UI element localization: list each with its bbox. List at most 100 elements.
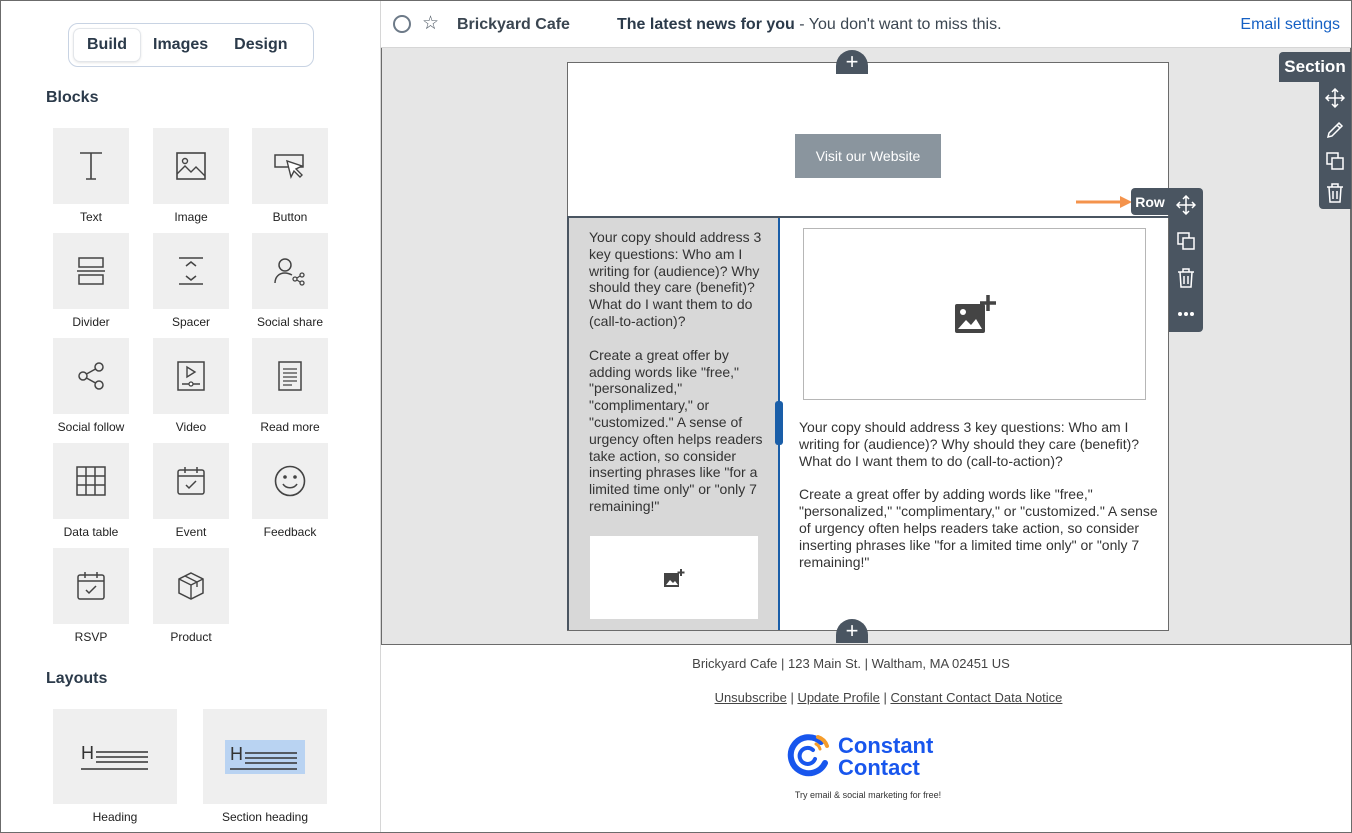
social-follow-icon: [78, 362, 104, 390]
svg-text:H: H: [81, 743, 94, 763]
block-button[interactable]: Button: [252, 128, 328, 224]
link-separator: |: [879, 690, 891, 705]
constant-contact-logo-mark: [787, 734, 829, 777]
heading-layout-icon: H: [81, 743, 148, 770]
move-icon[interactable]: [1170, 189, 1202, 221]
social-share-icon: [274, 258, 305, 286]
left-copy-paragraph-1: Your copy should address 3 key questions…: [589, 229, 762, 329]
block-divider[interactable]: Divider: [53, 233, 129, 329]
product-icon: [178, 572, 204, 600]
right-text-block[interactable]: Your copy should address 3 key questions…: [799, 419, 1159, 570]
add-section-above-button[interactable]: +: [836, 49, 868, 74]
row-toolbar: [1169, 188, 1203, 332]
add-image-icon: [664, 568, 685, 587]
block-label: Product: [170, 630, 212, 644]
tab-images[interactable]: Images: [140, 29, 221, 61]
block-rsvp[interactable]: RSVP: [53, 548, 129, 644]
logo-tagline: Try email & social marketing for free!: [794, 790, 942, 800]
selected-row[interactable]: Your copy should address 3 key questions…: [567, 216, 1169, 630]
block-label: Data table: [63, 525, 119, 539]
tab-build[interactable]: Build: [74, 29, 140, 61]
email-header-bar: ☆ Brickyard Cafe The latest news for you…: [381, 1, 1351, 48]
left-copy-paragraph-2: Create a great offer by adding words lik…: [589, 346, 763, 514]
add-image-icon: [954, 295, 996, 333]
layouts-heading: Layouts: [46, 670, 108, 687]
left-text-block[interactable]: Your copy should address 3 key questions…: [589, 229, 769, 515]
row-column-right[interactable]: Your copy should address 3 key questions…: [782, 218, 1171, 630]
section-heading-layout-icon: H: [225, 739, 305, 774]
subject-bold: The latest news for you: [617, 16, 795, 33]
delete-trash-icon[interactable]: [1319, 177, 1351, 209]
right-copy-paragraph-1: Your copy should address 3 key questions…: [799, 419, 1140, 469]
right-copy-paragraph-2: Create a great offer by adding words lik…: [799, 486, 1158, 570]
block-label: Divider: [72, 315, 110, 329]
rsvp-icon: [77, 572, 105, 600]
delete-trash-icon[interactable]: [1170, 262, 1202, 294]
block-label: Image: [174, 210, 208, 224]
add-section-below-button[interactable]: +: [836, 618, 868, 643]
block-label: Event: [175, 525, 207, 539]
email-settings-link[interactable]: Email settings: [1240, 16, 1340, 34]
visit-website-button[interactable]: Visit our Website: [795, 134, 941, 178]
blocks-heading: Blocks: [46, 89, 99, 106]
sender-name: Brickyard Cafe: [457, 16, 570, 33]
layout-label: Heading: [92, 810, 138, 824]
select-circle-icon[interactable]: [393, 15, 411, 33]
block-label: Text: [79, 210, 102, 224]
star-icon[interactable]: ☆: [422, 12, 439, 35]
layout-label: Section heading: [221, 810, 309, 824]
left-image-placeholder[interactable]: [590, 536, 758, 619]
move-icon[interactable]: [1319, 82, 1351, 114]
editor-canvas: Visit our Website Your copy should addre…: [381, 48, 1351, 645]
block-label: Button: [272, 210, 308, 224]
block-data-table[interactable]: Data table: [53, 443, 129, 539]
block-label: Spacer: [171, 315, 211, 329]
layout-heading[interactable]: H Heading: [53, 709, 177, 824]
block-label: Video: [175, 420, 207, 434]
subject-preheader: - You don't want to miss this.: [794, 16, 1002, 33]
divider-icon: [77, 257, 105, 285]
footer-address: Brickyard Cafe | 123 Main St. | Waltham,…: [692, 656, 1010, 671]
row-column-left[interactable]: Your copy should address 3 key questions…: [569, 218, 780, 630]
block-read-more[interactable]: Read more: [252, 338, 328, 434]
block-image[interactable]: Image: [153, 128, 229, 224]
row-toolbar-label: Row: [1131, 188, 1169, 215]
svg-text:H: H: [230, 744, 243, 764]
section-toolbar-label: Section: [1279, 52, 1351, 82]
email-section[interactable]: Visit our Website Your copy should addre…: [567, 62, 1169, 631]
block-text[interactable]: Text: [53, 128, 129, 224]
block-spacer[interactable]: Spacer: [153, 233, 229, 329]
block-label: Social share: [256, 315, 324, 329]
footer-links: Unsubscribe | Update Profile | Constant …: [381, 690, 1352, 705]
event-icon: [177, 467, 205, 495]
data-table-icon: [76, 466, 106, 496]
data-notice-link[interactable]: Constant Contact Data Notice: [890, 690, 1062, 705]
video-icon: [177, 361, 205, 391]
block-product[interactable]: Product: [153, 548, 229, 644]
block-video[interactable]: Video: [153, 338, 229, 434]
update-profile-link[interactable]: Update Profile: [797, 690, 879, 705]
edit-pencil-icon[interactable]: [1319, 114, 1351, 146]
constant-contact-logo[interactable]: Constant Contact: [785, 733, 955, 783]
tab-design[interactable]: Design: [221, 29, 300, 61]
duplicate-icon[interactable]: [1319, 145, 1351, 177]
image-icon: [176, 152, 206, 180]
sidebar-tabs: Build Images Design: [68, 23, 314, 67]
logo-wordmark-line2: Contact: [838, 755, 920, 780]
duplicate-icon[interactable]: [1170, 225, 1202, 257]
layout-section-heading[interactable]: H Section heading: [203, 709, 327, 824]
more-options-icon[interactable]: [1170, 298, 1202, 330]
feedback-icon: [274, 465, 306, 497]
button-icon: [274, 154, 304, 180]
read-more-icon: [278, 361, 302, 391]
block-event[interactable]: Event: [153, 443, 229, 539]
right-image-placeholder[interactable]: [803, 228, 1146, 400]
block-feedback[interactable]: Feedback: [252, 443, 328, 539]
sidebar: Build Images Design Blocks Text Image Bu…: [1, 1, 381, 832]
block-social-share[interactable]: Social share: [252, 233, 328, 329]
block-label: Social follow: [57, 420, 125, 434]
logo-wordmark-line1: Constant: [838, 733, 934, 758]
unsubscribe-link[interactable]: Unsubscribe: [715, 690, 787, 705]
block-label: Feedback: [263, 525, 317, 539]
block-social-follow[interactable]: Social follow: [53, 338, 129, 434]
